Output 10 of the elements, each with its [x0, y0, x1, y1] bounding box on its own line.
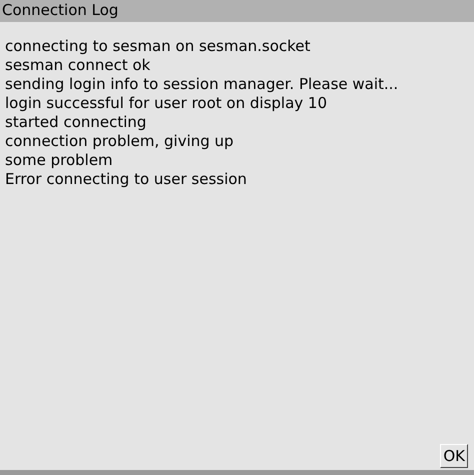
window-title: Connection Log: [0, 0, 474, 22]
log-line: sending login info to session manager. Please wait...: [5, 75, 398, 94]
ok-button[interactable]: OK: [440, 444, 468, 468]
log-line: Error connecting to user session: [5, 170, 247, 189]
log-line: started connecting: [5, 113, 146, 132]
log-line: login successful for user root on display 10: [5, 94, 327, 113]
log-line: sesman connect ok: [5, 56, 150, 75]
log-line: some problem: [5, 151, 113, 170]
log-line: connection problem, giving up: [5, 132, 234, 151]
log-line: connecting to sesman on sesman.socket: [5, 37, 310, 56]
